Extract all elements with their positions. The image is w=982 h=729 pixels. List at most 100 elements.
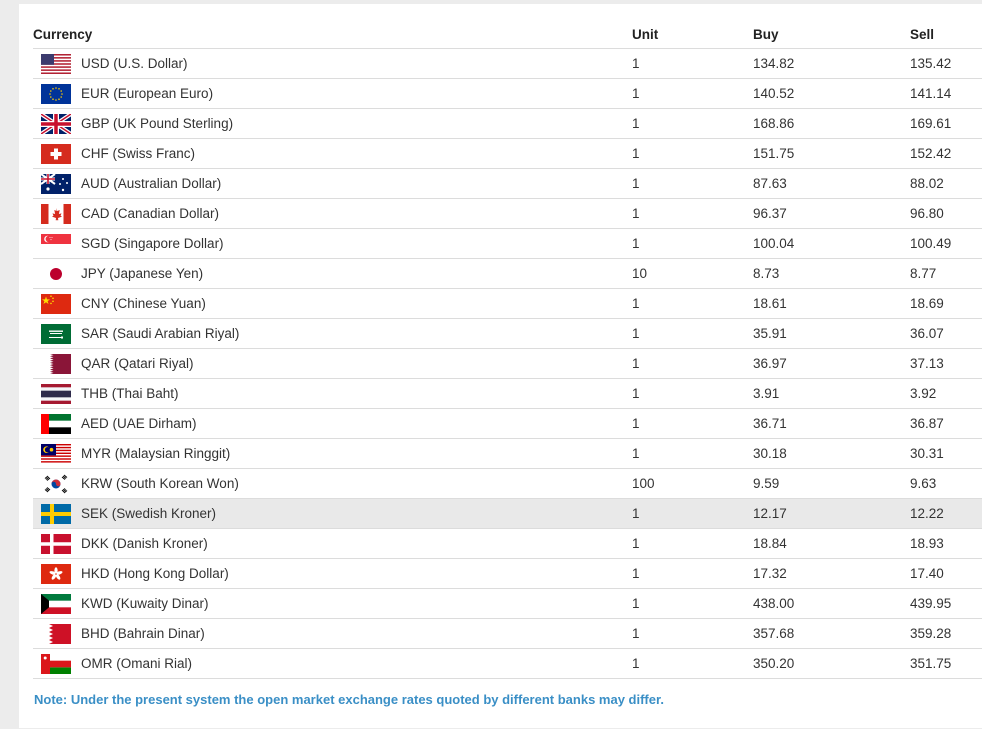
sell-rate: 9.63 bbox=[910, 468, 982, 499]
oman-flag-icon bbox=[41, 653, 71, 674]
sell-rate: 8.77 bbox=[910, 258, 982, 289]
currency-name: USD (U.S. Dollar) bbox=[81, 48, 632, 79]
buy-rate: 9.59 bbox=[753, 468, 910, 499]
buy-rate: 96.37 bbox=[753, 198, 910, 229]
sell-rate: 30.31 bbox=[910, 438, 982, 469]
currency-unit: 1 bbox=[632, 648, 753, 679]
sell-rate: 18.93 bbox=[910, 528, 982, 559]
table-row: JPY (Japanese Yen) 10 8.73 8.77 bbox=[33, 258, 982, 289]
currency-name: QAR (Qatari Riyal) bbox=[81, 348, 632, 379]
sell-rate: 12.22 bbox=[910, 498, 982, 529]
header-sell: Sell bbox=[910, 20, 982, 49]
denmark-flag-icon bbox=[41, 533, 71, 554]
buy-rate: 18.84 bbox=[753, 528, 910, 559]
table-row: CAD (Canadian Dollar) 1 96.37 96.80 bbox=[33, 198, 982, 229]
table-row: GBP (UK Pound Sterling) 1 168.86 169.61 bbox=[33, 108, 982, 139]
sell-rate: 18.69 bbox=[910, 288, 982, 319]
buy-rate: 30.18 bbox=[753, 438, 910, 469]
currency-name: AED (UAE Dirham) bbox=[81, 408, 632, 439]
australia-flag-icon bbox=[41, 173, 71, 194]
disclaimer-note: Note: Under the present system the open … bbox=[34, 692, 664, 707]
sell-rate: 359.28 bbox=[910, 618, 982, 649]
buy-rate: 151.75 bbox=[753, 138, 910, 169]
sell-rate: 141.14 bbox=[910, 78, 982, 109]
table-row: AED (UAE Dirham) 1 36.71 36.87 bbox=[33, 408, 982, 439]
saudi-flag-icon bbox=[41, 323, 71, 344]
malaysia-flag-icon bbox=[41, 443, 71, 464]
table-row: CNY (Chinese Yuan) 1 18.61 18.69 bbox=[33, 288, 982, 319]
table-row: KRW (South Korean Won) 100 9.59 9.63 bbox=[33, 468, 982, 499]
exchange-rate-table: Currency Unit Buy Sell USD (U.S. Dollar)… bbox=[33, 20, 982, 679]
table-row: SAR (Saudi Arabian Riyal) 1 35.91 36.07 bbox=[33, 318, 982, 349]
sell-rate: 36.87 bbox=[910, 408, 982, 439]
table-row: KWD (Kuwaity Dinar) 1 438.00 439.95 bbox=[33, 588, 982, 619]
currency-name: SEK (Swedish Kroner) bbox=[81, 498, 632, 529]
table-row: USD (U.S. Dollar) 1 134.82 135.42 bbox=[33, 48, 982, 79]
buy-rate: 87.63 bbox=[753, 168, 910, 199]
currency-name: GBP (UK Pound Sterling) bbox=[81, 108, 632, 139]
buy-rate: 3.91 bbox=[753, 378, 910, 409]
bahrain-flag-icon bbox=[41, 623, 71, 644]
sell-rate: 135.42 bbox=[910, 48, 982, 79]
currency-name: THB (Thai Baht) bbox=[81, 378, 632, 409]
currency-name: CAD (Canadian Dollar) bbox=[81, 198, 632, 229]
buy-rate: 134.82 bbox=[753, 48, 910, 79]
buy-rate: 36.71 bbox=[753, 408, 910, 439]
eu-flag-icon bbox=[41, 83, 71, 104]
currency-name: AUD (Australian Dollar) bbox=[81, 168, 632, 199]
currency-name: BHD (Bahrain Dinar) bbox=[81, 618, 632, 649]
table-row: SGD (Singapore Dollar) 1 100.04 100.49 bbox=[33, 228, 982, 259]
currency-name: SGD (Singapore Dollar) bbox=[81, 228, 632, 259]
singapore-flag-icon bbox=[41, 233, 71, 254]
sell-rate: 3.92 bbox=[910, 378, 982, 409]
currency-unit: 1 bbox=[632, 618, 753, 649]
sell-rate: 351.75 bbox=[910, 648, 982, 679]
table-row: THB (Thai Baht) 1 3.91 3.92 bbox=[33, 378, 982, 409]
us-flag-icon bbox=[41, 53, 71, 74]
currency-unit: 1 bbox=[632, 138, 753, 169]
currency-unit: 10 bbox=[632, 258, 753, 289]
exchange-rate-panel: Currency Unit Buy Sell USD (U.S. Dollar)… bbox=[19, 4, 982, 728]
table-row: SEK (Swedish Kroner) 1 12.17 12.22 bbox=[33, 498, 982, 529]
currency-name: CNY (Chinese Yuan) bbox=[81, 288, 632, 319]
currency-name: CHF (Swiss Franc) bbox=[81, 138, 632, 169]
currency-name: EUR (European Euro) bbox=[81, 78, 632, 109]
currency-unit: 1 bbox=[632, 408, 753, 439]
sell-rate: 17.40 bbox=[910, 558, 982, 589]
buy-rate: 18.61 bbox=[753, 288, 910, 319]
sell-rate: 100.49 bbox=[910, 228, 982, 259]
buy-rate: 12.17 bbox=[753, 498, 910, 529]
sell-rate: 152.42 bbox=[910, 138, 982, 169]
uk-flag-icon bbox=[41, 113, 71, 134]
kuwait-flag-icon bbox=[41, 593, 71, 614]
buy-rate: 8.73 bbox=[753, 258, 910, 289]
hong-kong-flag-icon bbox=[41, 563, 71, 584]
table-row: AUD (Australian Dollar) 1 87.63 88.02 bbox=[33, 168, 982, 199]
table-row: MYR (Malaysian Ringgit) 1 30.18 30.31 bbox=[33, 438, 982, 469]
currency-unit: 1 bbox=[632, 318, 753, 349]
qatar-flag-icon bbox=[41, 353, 71, 374]
sell-rate: 96.80 bbox=[910, 198, 982, 229]
table-header-row: Currency Unit Buy Sell bbox=[33, 20, 982, 49]
table-row: CHF (Swiss Franc) 1 151.75 152.42 bbox=[33, 138, 982, 169]
currency-unit: 1 bbox=[632, 168, 753, 199]
table-row: DKK (Danish Kroner) 1 18.84 18.93 bbox=[33, 528, 982, 559]
uae-flag-icon bbox=[41, 413, 71, 434]
currency-unit: 1 bbox=[632, 228, 753, 259]
table-row: EUR (European Euro) 1 140.52 141.14 bbox=[33, 78, 982, 109]
table-row: BHD (Bahrain Dinar) 1 357.68 359.28 bbox=[33, 618, 982, 649]
currency-name: KWD (Kuwaity Dinar) bbox=[81, 588, 632, 619]
buy-rate: 100.04 bbox=[753, 228, 910, 259]
sell-rate: 169.61 bbox=[910, 108, 982, 139]
currency-name: SAR (Saudi Arabian Riyal) bbox=[81, 318, 632, 349]
currency-unit: 1 bbox=[632, 48, 753, 79]
currency-unit: 1 bbox=[632, 78, 753, 109]
currency-unit: 1 bbox=[632, 108, 753, 139]
currency-name: OMR (Omani Rial) bbox=[81, 648, 632, 679]
buy-rate: 36.97 bbox=[753, 348, 910, 379]
table-row: HKD (Hong Kong Dollar) 1 17.32 17.40 bbox=[33, 558, 982, 589]
currency-name: MYR (Malaysian Ringgit) bbox=[81, 438, 632, 469]
currency-unit: 1 bbox=[632, 558, 753, 589]
currency-unit: 1 bbox=[632, 348, 753, 379]
sell-rate: 36.07 bbox=[910, 318, 982, 349]
